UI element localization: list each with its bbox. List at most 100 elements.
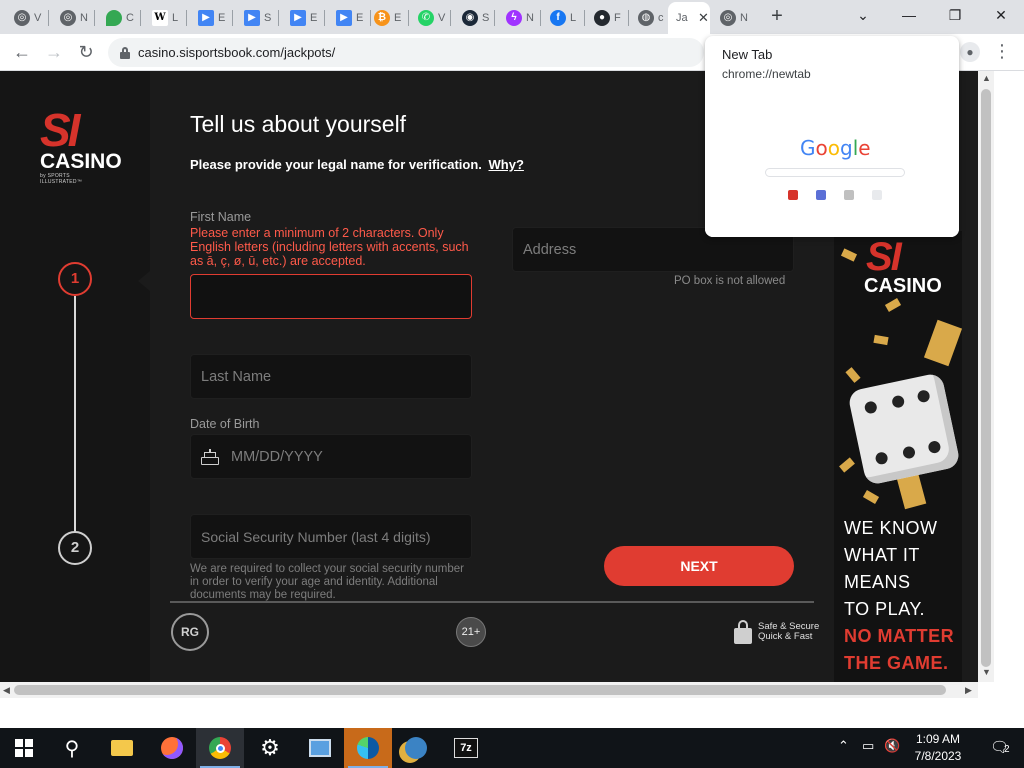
close-tab-icon[interactable]: ✕ [698,10,709,26]
vertical-scrollbar[interactable]: ▲ ▼ [978,71,994,682]
firefox-icon[interactable] [148,728,196,768]
scroll-down-icon[interactable]: ▼ [982,667,991,677]
page-title: Tell us about yourself [190,111,407,137]
chrome-icon: ◎ [60,9,76,26]
scroll-up-icon[interactable]: ▲ [982,73,991,83]
tab-12[interactable]: ϟ N [498,4,536,31]
7zip-icon[interactable]: 7z [442,728,490,768]
step-pointer [138,271,150,291]
tab-9[interactable]: ₿ E [366,4,404,31]
ad-line-6: THE GAME. [844,653,949,673]
address-bar[interactable]: casino.sisportsbook.com/jackpots/ [108,38,704,67]
file-explorer-icon[interactable] [98,728,146,768]
show-hidden-icons-chevron[interactable]: ⌃ [838,738,849,754]
maximize-button[interactable]: ❐ [932,4,978,28]
play-icon: ▶ [198,9,214,26]
confetti-shape [839,457,855,473]
close-window-button[interactable]: ✕ [978,4,1024,28]
responsible-gaming-badge[interactable]: RG [171,613,209,651]
tab-7[interactable]: ▶ E [282,4,320,31]
dob-field[interactable]: MM/DD/YYYY [190,434,472,479]
confetti-shape [862,490,880,504]
reload-icon[interactable]: ↻ [74,41,98,65]
tab-search-button[interactable]: ⌄ [840,4,886,28]
google-search-box [765,168,905,177]
last-name-field[interactable]: Last Name [190,354,472,399]
scroll-right-icon[interactable]: ▶ [965,685,972,696]
tab-4[interactable]: W L [144,4,182,31]
shortcut-icon [844,190,854,200]
form-subtitle: Please provide your legal name for verif… [190,157,524,172]
promo-banner[interactable]: SI CASINO WE KNOW WHAT IT MEANS TO PLAY.… [834,231,962,682]
settings-gear-icon[interactable]: ⚙ [246,728,294,768]
tab-label: E [218,11,226,24]
search-icon[interactable]: ⚲ [48,728,96,768]
tab-8[interactable]: ▶ E [328,4,366,31]
tab-13[interactable]: f L [542,4,580,31]
new-tab-button[interactable]: + [766,6,788,28]
step-2-indicator: 2 [58,531,92,565]
google-maps-icon [106,9,122,26]
whatsapp-icon: ✆ [418,9,434,26]
ssn-note: We are required to collect your social s… [190,563,464,601]
chrome-taskbar-icon[interactable] [196,728,244,768]
tab-active-jackpots[interactable]: Ja ✕ [668,2,710,34]
secure-text: Safe & Secure Quick & Fast [758,622,819,642]
step-connector [74,296,76,532]
ssn-field[interactable]: Social Security Number (last 4 digits) [190,514,472,559]
system-clock[interactable]: 1:09 AM 7/8/2023 [906,731,970,765]
play-icon: ▶ [290,9,306,26]
confetti-shape [845,367,861,383]
kebab-menu-icon[interactable]: ⋮ [992,40,1012,64]
scroll-left-icon[interactable]: ◀ [3,685,10,696]
ad-tagline-red: NO MATTER THE GAME. [844,623,954,677]
left-rail: SI CASINO by SPORTS ILLUSTRATED™ 1 2 [0,71,150,682]
vertical-scroll-thumb[interactable] [981,89,991,667]
chrome-icon: ◎ [720,9,736,26]
tab-new-tab[interactable]: ◎ N [712,4,750,31]
network-tool-icon[interactable] [392,728,440,768]
notification-center-icon[interactable]: 🗨2 [990,738,1010,756]
tab-10[interactable]: ✆ V [410,4,448,31]
tab-label: Ja [676,12,688,24]
tab-6[interactable]: ▶ S [236,4,274,31]
tab-label: N [740,11,748,24]
tab-label: E [356,11,364,24]
tab-label: S [482,11,490,24]
profile-icon[interactable]: ● [960,42,980,62]
tab-3[interactable]: C [98,4,136,31]
tab-2[interactable]: ◎ N [52,4,90,31]
tab-11[interactable]: ◉ S [454,4,492,31]
tab-1[interactable]: ◎ V [6,4,44,31]
next-button[interactable]: NEXT [604,546,794,586]
ad-si-text: SI [866,235,902,279]
why-link[interactable]: Why? [489,157,524,172]
back-arrow-icon[interactable]: ← [10,41,34,65]
po-box-note: PO box is not allowed [674,275,786,287]
horizontal-scrollbar[interactable]: ◀ ▶ [0,682,978,698]
step-1-indicator: 1 [58,262,92,296]
preview-title: New Tab [722,47,773,62]
tab-15[interactable]: ◍ c [630,4,668,31]
edge-icon[interactable] [344,728,392,768]
chrome-icon: ◎ [14,9,30,26]
lock-icon[interactable] [120,46,130,59]
dob-placeholder: MM/DD/YYYY [231,448,323,465]
url-text[interactable]: casino.sisportsbook.com/jackpots/ [138,45,335,60]
ad-line-5: NO MATTER [844,626,955,646]
minimize-button[interactable]: — [886,4,932,28]
dice-image [847,372,961,486]
clock-date: 7/8/2023 [914,749,962,763]
tab-label: N [526,11,534,24]
bitcoin-icon: ₿ [374,9,390,26]
network-icon[interactable]: ▭ [862,738,874,754]
si-casino-logo[interactable]: SI CASINO by SPORTS ILLUSTRATED™ [40,107,122,185]
tab-5[interactable]: ▶ E [190,4,228,31]
control-panel-icon[interactable] [296,728,344,768]
start-button[interactable] [0,728,48,768]
volume-muted-icon[interactable]: 🔇 [884,738,900,754]
tab-14[interactable]: ● F [586,4,624,31]
horizontal-scroll-thumb[interactable] [14,685,946,695]
forward-arrow-icon[interactable]: → [42,41,66,65]
first-name-field[interactable] [190,274,472,319]
